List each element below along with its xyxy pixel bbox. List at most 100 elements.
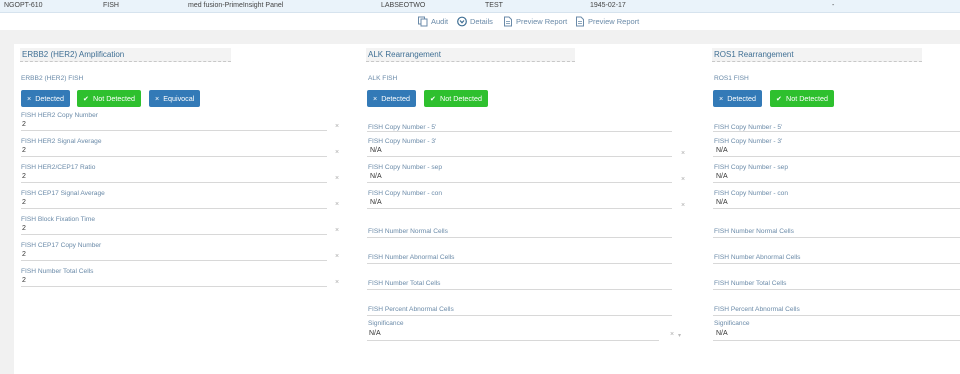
section-title-ros1: ROS1 Rearrangement [712,48,922,62]
field-underline [367,131,672,132]
field-value: 2 [22,121,26,128]
section-title-alk: ALK Rearrangement [366,48,575,62]
clear-icon: × [155,94,160,103]
field-label: FISH Number Normal Cells [714,228,794,235]
field-label: FISH Copy Number - con [368,190,443,197]
alk-not-detected-button[interactable]: ✔ Not Detected [424,90,488,107]
clear-icon[interactable]: × [335,227,339,234]
clear-icon[interactable]: × [681,202,685,209]
field-value: N/A [716,147,728,154]
case-id: NGOPT-610 [4,2,43,9]
chevron-circle-down-icon [457,16,467,27]
separator-band [0,30,960,44]
field-underline [21,286,327,287]
clear-icon[interactable]: × [681,176,685,183]
field-underline [21,208,327,209]
clear-icon[interactable]: × [335,175,339,182]
field-underline [367,156,672,157]
field-underline [367,263,672,264]
field-underline [713,131,960,132]
field-underline [21,130,327,131]
field-label: FISH Copy Number - 5' [714,124,783,131]
document-icon [504,16,512,27]
clear-icon[interactable]: × [335,253,339,260]
field-underline [713,315,960,316]
erbb2-not-detected-button[interactable]: ✔ Not Detected [77,90,141,107]
panel-name: med fusion-PrimeInsight Panel [188,2,284,9]
field-label: FISH Number Abnormal Cells [368,254,455,261]
significance-value: N/A [716,330,728,337]
field-value: N/A [716,199,728,206]
field-label: FISH Copy Number - sep [714,164,789,171]
left-gutter [0,44,14,374]
field-underline [21,234,327,235]
significance-label: Significance [368,320,404,327]
field-label: FISH Percent Abnormal Cells [714,306,800,313]
field-label: FISH Number Total Cells [714,280,787,287]
case-summary-row[interactable]: NGOPT-610 FISH med fusion-PrimeInsight P… [0,0,960,13]
field-underline [713,182,960,183]
significance-value: N/A [369,330,381,337]
clear-icon: × [373,94,378,103]
ros1-not-detected-button[interactable]: ✔ Not Detected [770,90,834,107]
erbb2-fish-label: ERBB2 (HER2) FISH [21,75,84,82]
check-icon: ✔ [430,94,437,103]
clear-icon[interactable]: × [681,150,685,157]
preview-report-label: Preview Report [516,17,568,26]
alk-detected-button[interactable]: × Detected [367,90,416,107]
field-value: N/A [370,199,382,206]
clear-icon[interactable]: × [335,149,339,156]
preview-report-label-2: Preview Report [588,17,640,26]
field-label: FISH Copy Number - 5' [368,124,437,131]
erbb2-equivocal-button[interactable]: × Equivocal [149,90,201,107]
field-label: FISH Copy Number - con [714,190,789,197]
detected-label: Detected [727,94,756,103]
not-detected-label: Not Detected [440,94,482,103]
field-value: N/A [370,173,382,180]
equivocal-label: Equivocal [163,94,195,103]
not-detected-label: Not Detected [93,94,135,103]
field-value: N/A [716,173,728,180]
check-icon: ✔ [776,94,783,103]
clear-icon[interactable]: × [335,201,339,208]
alk-fish-label: ALK FISH [368,75,398,82]
field-label: FISH HER2 Copy Number [21,112,98,119]
audit-icon [418,16,428,27]
lab-name: LABSEOTWO [381,2,426,9]
field-underline [713,289,960,290]
field-label: FISH CEP17 Signal Average [21,190,105,197]
check-icon: ✔ [83,94,90,103]
field-underline [713,156,960,157]
chevron-down-icon[interactable]: ▾ [678,332,681,339]
field-underline [713,208,960,209]
clear-icon[interactable]: × [670,331,674,338]
field-value: 2 [22,225,26,232]
field-underline [21,260,327,261]
document-icon [576,16,584,27]
field-label: FISH Copy Number - 3' [714,138,783,145]
preview-report-button-2[interactable]: Preview Report [575,16,639,27]
ros1-fish-label: ROS1 FISH [714,75,749,82]
details-label: Details [470,17,493,26]
field-underline [367,340,659,341]
significance-label: Significance [714,320,750,327]
clear-icon[interactable]: × [335,279,339,286]
report-toolbar: Audit Details Preview Report Preview Rep… [0,14,960,30]
field-label: FISH Number Abnormal Cells [714,254,801,261]
field-underline [713,263,960,264]
audit-button[interactable]: Audit [418,16,448,27]
clear-icon: × [719,94,724,103]
field-value: 2 [22,147,26,154]
ros1-detected-button[interactable]: × Detected [713,90,762,107]
details-button[interactable]: Details [457,16,493,27]
erbb2-detected-button[interactable]: × Detected [21,90,70,107]
not-detected-label: Not Detected [786,94,828,103]
clear-icon[interactable]: × [335,123,339,130]
field-underline [713,237,960,238]
field-label: FISH Number Normal Cells [368,228,448,235]
field-label: FISH Percent Abnormal Cells [368,306,454,313]
field-value: N/A [370,147,382,154]
field-value: 2 [22,199,26,206]
preview-report-button[interactable]: Preview Report [503,16,567,27]
field-underline [367,208,672,209]
